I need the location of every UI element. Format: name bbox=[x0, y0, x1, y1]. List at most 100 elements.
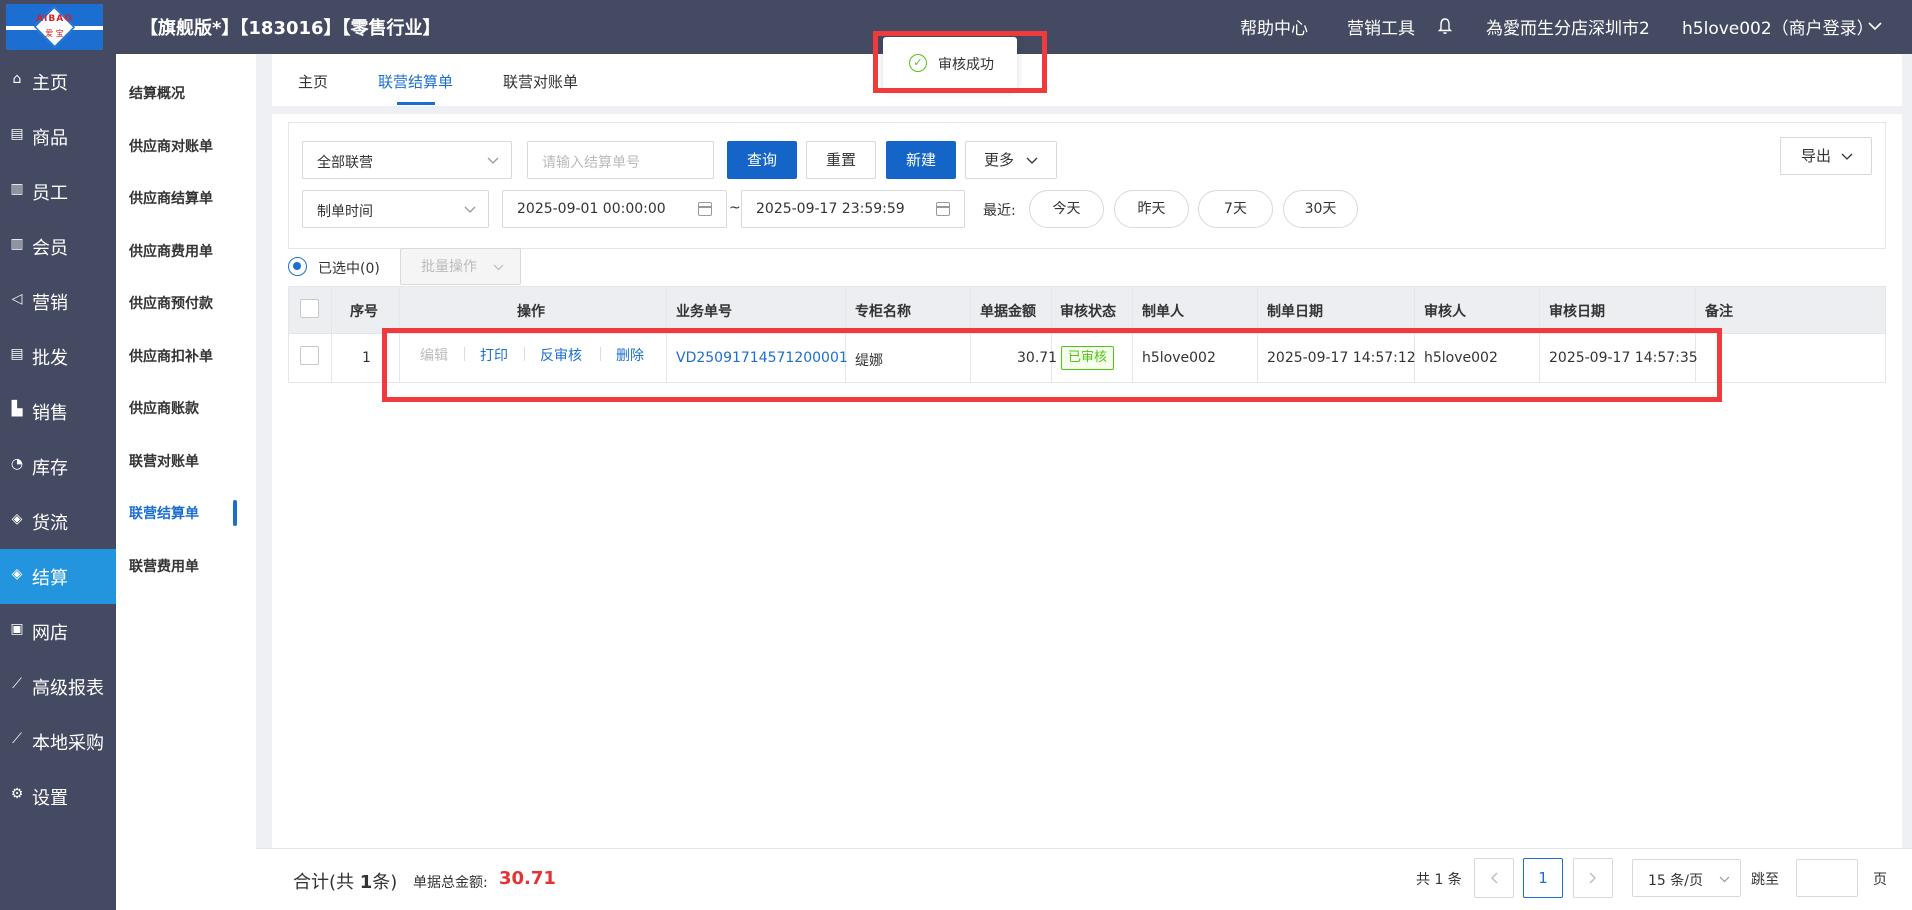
settle-icon: ◈ bbox=[11, 566, 23, 582]
chevron-down-icon bbox=[464, 206, 476, 213]
calendar-icon bbox=[936, 202, 950, 216]
subnav-supplier-expense[interactable]: 供应商费用单 bbox=[129, 241, 213, 261]
jump-page-input[interactable] bbox=[1796, 859, 1858, 897]
start-date-picker[interactable]: 2025-09-01 00:00:00 bbox=[502, 190, 727, 228]
subnav-joint-settlement[interactable]: 联营结算单 bbox=[129, 503, 199, 523]
new-button[interactable]: 新建 bbox=[886, 141, 956, 179]
subnav-joint-expense[interactable]: 联营费用单 bbox=[129, 556, 199, 576]
nav-item-staff[interactable]: ▥ 员工 bbox=[0, 164, 116, 219]
main-sidebar: ⌂ 主页 ▤ 商品 ▥ 员工 ▥ 会员 ◁ 营销 ▤ 批发 ▙ 销售 ◔ 库存 ◈ 货流 ◈ 结算 … bbox=[0, 54, 116, 910]
store-selector[interactable]: 為愛而生分店深圳市2 bbox=[1486, 14, 1650, 39]
subnav-supplier-deduction[interactable]: 供应商扣补单 bbox=[129, 346, 213, 366]
select-all-checkbox[interactable] bbox=[300, 299, 319, 318]
gear-icon: ⚙ bbox=[10, 786, 24, 802]
tab-joint-statement[interactable]: 联营对账单 bbox=[503, 71, 578, 92]
logo-text: AIBAO bbox=[36, 14, 73, 24]
column-header-status[interactable]: 审核状态 bbox=[1060, 301, 1116, 321]
jump-label: 跳至 bbox=[1751, 872, 1779, 888]
subnav-supplier-prepayment[interactable]: 供应商预付款 bbox=[129, 293, 213, 313]
record-count: 共 1 条 bbox=[1416, 872, 1462, 888]
purchase-icon: ⟋ bbox=[12, 731, 22, 747]
column-header-remark[interactable]: 备注 bbox=[1705, 301, 1733, 321]
column-header-amount[interactable]: 单据金额 bbox=[980, 301, 1036, 321]
nav-item-marketing[interactable]: ◁ 营销 bbox=[0, 274, 116, 329]
subnav-supplier-settlement[interactable]: 供应商结算单 bbox=[129, 188, 213, 208]
column-header-index: 序号 bbox=[350, 304, 378, 320]
total-amount-label: 单据总金额: bbox=[413, 875, 488, 891]
app-title: 【旗舰版*】【183016】【零售行业】 bbox=[140, 18, 441, 39]
column-header-auditor[interactable]: 审核人 bbox=[1424, 301, 1466, 321]
chevron-left-icon bbox=[1491, 872, 1498, 884]
selected-count-label: 已选中(0) bbox=[318, 261, 380, 277]
nav-item-local-purchase[interactable]: ⟋ 本地采购 bbox=[0, 714, 116, 769]
user-menu[interactable]: h5love002（商户登录） bbox=[1682, 14, 1874, 39]
member-icon: ▥ bbox=[10, 236, 24, 252]
quick-today-button[interactable]: 今天 bbox=[1029, 190, 1104, 228]
page-size-select[interactable]: 15 条/页 bbox=[1632, 859, 1741, 897]
chevron-right-icon bbox=[1589, 872, 1596, 884]
nav-item-settlement[interactable]: ◈ 结算 bbox=[0, 549, 116, 604]
batch-operation-button[interactable]: 批量操作 bbox=[400, 248, 521, 285]
page-1-button[interactable]: 1 bbox=[1523, 858, 1563, 898]
nav-item-sales[interactable]: ▙ 销售 bbox=[0, 384, 116, 439]
column-header-order-no[interactable]: 业务单号 bbox=[676, 301, 732, 321]
total-amount-value: 30.71 bbox=[499, 868, 556, 889]
bell-icon[interactable] bbox=[1437, 17, 1453, 35]
highlight-box-row bbox=[382, 328, 1722, 402]
prev-page-button[interactable] bbox=[1474, 858, 1514, 898]
shop-icon: ▣ bbox=[10, 621, 24, 637]
recent-label: 最近: bbox=[983, 203, 1016, 219]
tab-home[interactable]: 主页 bbox=[298, 71, 328, 92]
total-summary: 合计(共 1条) bbox=[293, 872, 398, 893]
next-page-button[interactable] bbox=[1573, 858, 1613, 898]
quick-yesterday-button[interactable]: 昨天 bbox=[1114, 190, 1189, 228]
row-checkbox[interactable] bbox=[300, 346, 319, 365]
megaphone-icon: ◁ bbox=[11, 291, 23, 307]
brand-logo[interactable]: AIBAO 爱 宝 bbox=[6, 4, 103, 50]
staff-icon: ▥ bbox=[10, 181, 24, 197]
sub-sidebar: 结算概况 供应商对账单 供应商结算单 供应商费用单 供应商预付款 供应商扣补单 … bbox=[116, 54, 256, 910]
nav-item-wholesale[interactable]: ▤ 批发 bbox=[0, 329, 116, 384]
home-icon: ⌂ bbox=[12, 71, 22, 87]
quick-30days-button[interactable]: 30天 bbox=[1283, 190, 1358, 228]
nav-item-webshop[interactable]: ▣ 网店 bbox=[0, 604, 116, 659]
goods-icon: ▤ bbox=[10, 126, 24, 142]
wholesale-icon: ▤ bbox=[10, 346, 24, 362]
quick-7days-button[interactable]: 7天 bbox=[1198, 190, 1273, 228]
nav-item-goods[interactable]: ▤ 商品 bbox=[0, 109, 116, 164]
column-header-created-date[interactable]: 制单日期 bbox=[1267, 301, 1323, 321]
stock-icon: ◔ bbox=[10, 456, 24, 472]
nav-item-member[interactable]: ▥ 会员 bbox=[0, 219, 116, 274]
nav-item-logistics[interactable]: ◈ 货流 bbox=[0, 494, 116, 549]
column-header-counter[interactable]: 专柜名称 bbox=[855, 301, 911, 321]
help-center-link[interactable]: 帮助中心 bbox=[1240, 14, 1308, 39]
subnav-supplier-statement[interactable]: 供应商对账单 bbox=[129, 136, 213, 156]
logistics-icon: ◈ bbox=[11, 511, 23, 527]
selected-only-radio[interactable] bbox=[288, 257, 307, 276]
nav-item-stock[interactable]: ◔ 库存 bbox=[0, 439, 116, 494]
marketing-tools-link[interactable]: 营销工具 bbox=[1347, 14, 1415, 39]
subnav-supplier-accounts[interactable]: 供应商账款 bbox=[129, 398, 199, 418]
nav-item-home[interactable]: ⌂ 主页 bbox=[0, 54, 116, 109]
end-date-picker[interactable]: 2025-09-17 23:59:59 bbox=[741, 190, 965, 228]
order-number-input[interactable]: 请输入结算单号 bbox=[527, 141, 714, 179]
chart-icon: ▙ bbox=[11, 401, 23, 417]
column-header-creator[interactable]: 制单人 bbox=[1142, 301, 1184, 321]
query-button[interactable]: 查询 bbox=[727, 141, 797, 179]
nav-item-reports[interactable]: ⟋ 高级报表 bbox=[0, 659, 116, 714]
chevron-down-icon[interactable] bbox=[1868, 21, 1882, 31]
page-unit-label: 页 bbox=[1873, 872, 1887, 888]
chevron-down-icon bbox=[493, 264, 504, 271]
page-tabs: 主页 联营结算单 联营对账单 bbox=[272, 54, 1902, 106]
subnav-joint-statement[interactable]: 联营对账单 bbox=[129, 451, 199, 471]
reset-button[interactable]: 重置 bbox=[806, 141, 876, 179]
subnav-overview[interactable]: 结算概况 bbox=[129, 83, 185, 103]
report-icon: ⟋ bbox=[12, 676, 22, 692]
tab-joint-settlement[interactable]: 联营结算单 bbox=[378, 71, 453, 92]
joint-type-select[interactable]: 全部联营 bbox=[302, 141, 512, 179]
nav-item-settings[interactable]: ⚙ 设置 bbox=[0, 769, 116, 824]
export-button[interactable]: 导出 bbox=[1780, 137, 1872, 175]
time-type-select[interactable]: 制单时间 bbox=[302, 190, 489, 228]
more-button[interactable]: 更多 bbox=[965, 141, 1057, 179]
column-header-audit-date[interactable]: 审核日期 bbox=[1549, 301, 1605, 321]
